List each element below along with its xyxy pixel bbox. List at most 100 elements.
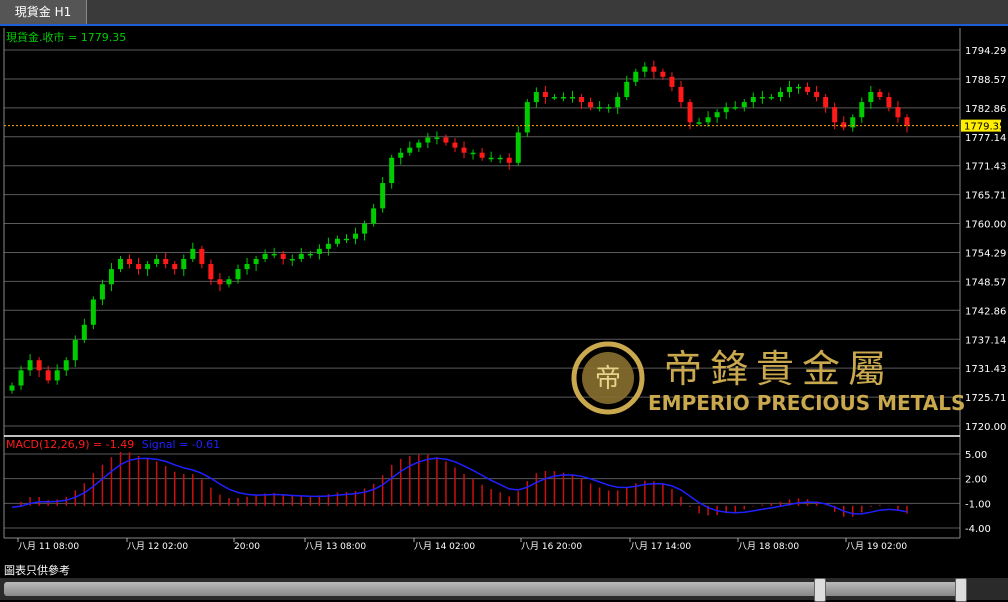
candle-body [515, 132, 521, 163]
candle-body [244, 264, 250, 270]
x-tick-label: 八月 18 08:00 [738, 541, 799, 552]
candle-body [199, 248, 205, 265]
candle-body [280, 253, 286, 259]
logo-chinese: 帝鋒貴金屬 [664, 347, 894, 391]
scrollbar-thumb-right[interactable] [955, 578, 967, 602]
y-tick-label: -1.00 [965, 499, 991, 510]
scrollbar-thumb-left[interactable] [814, 578, 826, 602]
current-price-value: 1779.35 [964, 122, 1005, 133]
x-tick-label: 八月 14 02:00 [414, 541, 475, 552]
candle-body [768, 97, 774, 99]
candle-body [488, 157, 494, 160]
candle-body [99, 284, 105, 300]
candle-body [732, 107, 738, 109]
candle-body [868, 91, 874, 103]
candle-body [877, 91, 883, 98]
candle-body [786, 86, 792, 92]
x-tick-label: 八月 11 08:00 [18, 541, 79, 552]
candle-body [416, 142, 422, 148]
candle-body [362, 223, 368, 234]
candle-body [615, 97, 621, 108]
y-tick-label: 1760.00 [965, 220, 1006, 231]
y-tick-label: 1777.14 [965, 133, 1006, 144]
candle-body [425, 137, 431, 143]
y-tick-label: -4.00 [965, 524, 991, 535]
candle-body [325, 243, 331, 249]
candle-body [18, 370, 24, 386]
candle-body [606, 107, 612, 109]
candle-body [886, 97, 892, 108]
candle-body [506, 157, 512, 163]
x-tick-label: 八月 12 02:00 [127, 541, 188, 552]
candle-body [723, 107, 729, 113]
candle-body [542, 91, 548, 98]
y-tick-label: 1748.57 [965, 277, 1006, 288]
candle-body [904, 117, 910, 126]
candle-body [90, 299, 96, 325]
price-label: 現貨金.收市 = 1779.35 [6, 30, 126, 44]
macd-value: MACD(12,26,9) = -1.49 [6, 438, 134, 451]
candle-body [407, 147, 413, 153]
candle-body [823, 97, 829, 108]
candle-body [343, 238, 349, 241]
price-chart[interactable]: 1794.29 1788.57 1782.86 1777.14 1771.43 1765.… [0, 26, 1008, 562]
candle-body [633, 71, 639, 82]
candle-body [434, 137, 440, 140]
y-tick-label: 1788.57 [965, 75, 1006, 86]
candle-body [108, 269, 114, 285]
candle-body [63, 360, 69, 371]
candle-body [271, 253, 277, 256]
y-tick-label: 1731.43 [965, 364, 1006, 375]
y-tick-label: 1742.86 [965, 306, 1006, 317]
candle-body [461, 147, 467, 153]
candle-body [145, 264, 151, 270]
candle-body [579, 97, 585, 103]
y-tick-label: 1737.14 [965, 335, 1006, 346]
candle-body [443, 137, 449, 143]
candle-body [389, 157, 395, 184]
macd-label: MACD(12,26,9) = -1.49 Signal = -0.61 [6, 438, 220, 451]
candle-body [479, 152, 485, 158]
candle-body [696, 122, 702, 124]
candle-body [669, 76, 675, 87]
candle-body [687, 102, 693, 123]
candle-body [226, 279, 232, 285]
candle-body [524, 102, 530, 133]
y-tick-label: 1725.71 [965, 393, 1006, 404]
candle-body [172, 264, 178, 270]
candle-body [181, 258, 187, 270]
candle-body [750, 97, 756, 103]
y-tick-label: 1782.86 [965, 104, 1006, 115]
x-tick-label: 八月 19 02:00 [846, 541, 907, 552]
logo-emblem-glyph: 帝 [595, 364, 621, 394]
candle-body [72, 339, 78, 361]
chart-tab[interactable]: 現貨金 H1 [0, 0, 87, 24]
candle-body [805, 86, 811, 92]
candle-body [54, 370, 60, 381]
y-tick-label: 1765.71 [965, 191, 1006, 202]
candle-body [334, 238, 340, 244]
candle-body [777, 91, 783, 98]
candle-body [533, 91, 539, 103]
candle-body [588, 102, 594, 108]
y-tick-label: 1771.43 [965, 162, 1006, 173]
candle-body [217, 279, 223, 285]
candle-body [9, 385, 15, 391]
candle-body [190, 248, 196, 259]
x-tick-label: 八月 16 20:00 [521, 541, 582, 552]
candle-body [353, 233, 359, 239]
x-axis-labels: 八月 11 08:00 八月 12 02:00 20:00 八月 13 08:00 八月… [17, 538, 907, 552]
candle-body [127, 258, 133, 265]
candle-body [253, 258, 259, 265]
candle-body [705, 117, 711, 123]
candle-body [814, 91, 820, 98]
y-tick-label: 1794.29 [965, 46, 1006, 57]
candle-body [81, 324, 87, 340]
candlestick-series [9, 60, 910, 394]
candle-body [398, 152, 404, 158]
y-tick-label: 5.00 [965, 450, 987, 461]
candle-body [796, 86, 802, 89]
candle-body [208, 264, 214, 280]
y-tick-label: 1754.29 [965, 248, 1006, 259]
horizontal-scrollbar[interactable] [0, 578, 1008, 602]
